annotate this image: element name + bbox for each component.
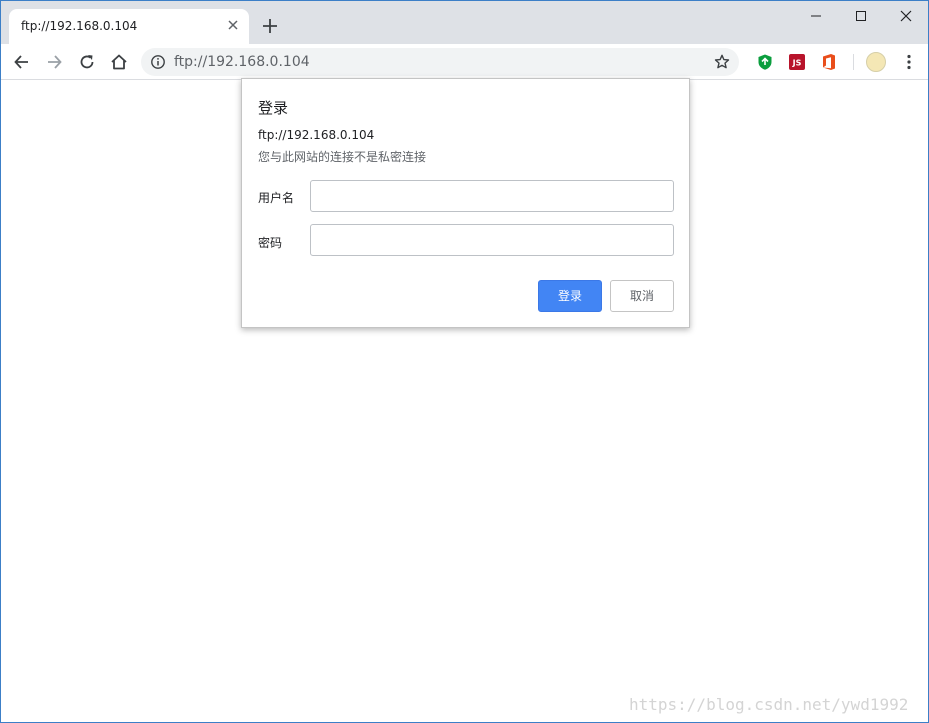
login-dialog: 登录 ftp://192.168.0.104 您与此网站的连接不是私密连接 用户… (241, 78, 690, 328)
dialog-origin: ftp://192.168.0.104 (258, 128, 375, 142)
profile-avatar[interactable] (866, 52, 886, 72)
js-badge-text: JS (792, 59, 802, 68)
login-button[interactable]: 登录 (538, 280, 602, 312)
tab-active[interactable]: ftp://192.168.0.104 (9, 9, 249, 44)
star-icon[interactable] (713, 53, 731, 71)
arrow-right-icon[interactable] (44, 52, 64, 72)
shield-extension-icon[interactable] (756, 53, 774, 71)
home-icon[interactable] (109, 52, 129, 72)
window-close-icon[interactable] (894, 5, 918, 27)
username-label: 用户名 (258, 191, 295, 205)
toolbar-separator (853, 54, 854, 70)
minimize-icon[interactable] (804, 5, 828, 27)
reload-icon[interactable] (77, 52, 97, 72)
browser-window: ftp://192.168.0.104 ftp://192.168.0.104 … (0, 0, 929, 723)
office-extension-icon[interactable] (820, 53, 838, 71)
more-vertical-icon[interactable] (899, 52, 919, 72)
close-icon[interactable] (225, 17, 241, 33)
password-label: 密码 (258, 236, 283, 250)
plus-icon[interactable] (259, 15, 281, 37)
maximize-icon[interactable] (849, 5, 873, 27)
cancel-button[interactable]: 取消 (610, 280, 674, 312)
watermark: https://blog.csdn.net/ywd1992 (629, 695, 909, 714)
info-icon[interactable] (150, 54, 166, 70)
password-input[interactable] (310, 224, 674, 256)
tab-title: ftp://192.168.0.104 (21, 19, 138, 33)
username-input[interactable] (310, 180, 674, 212)
toolbar: ftp://192.168.0.104 JS (1, 44, 928, 80)
address-bar-url[interactable]: ftp://192.168.0.104 (174, 54, 310, 70)
arrow-left-icon[interactable] (12, 52, 32, 72)
js-extension-icon[interactable]: JS (788, 53, 806, 71)
address-bar[interactable]: ftp://192.168.0.104 (141, 48, 739, 76)
dialog-warning: 您与此网站的连接不是私密连接 (258, 150, 427, 164)
dialog-title: 登录 (258, 99, 289, 117)
tab-strip: ftp://192.168.0.104 (1, 1, 928, 44)
